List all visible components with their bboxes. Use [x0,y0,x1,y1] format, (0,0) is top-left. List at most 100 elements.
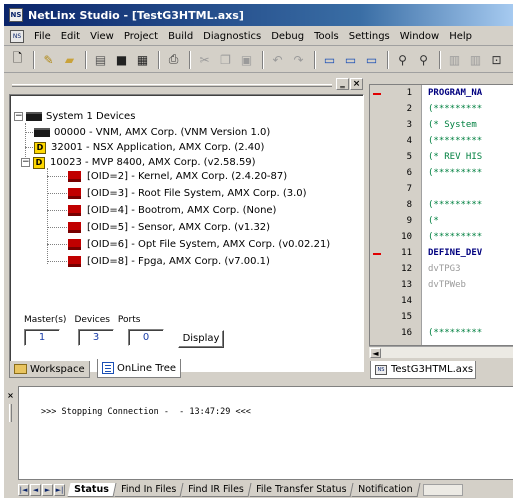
menu-build[interactable]: Build [163,31,198,42]
toolbar-separator [85,50,87,69]
pane-grip[interactable] [9,404,12,422]
build-icon[interactable]: ▭ [362,50,381,69]
tab-status[interactable]: Status [67,482,117,497]
menu-project[interactable]: Project [119,31,163,42]
layout-icon[interactable]: ▭ [320,50,339,69]
minimize-pane-icon[interactable]: ‗ [336,78,349,90]
code-line[interactable]: 3 (* System [370,120,513,132]
fold-marker-icon[interactable] [373,93,381,95]
tree-item-oid-8[interactable]: [OID=8] - Fpga, AMX Corp. (v7.00.1) [68,254,270,269]
code-line[interactable]: 1 PROGRAM_NA [370,88,513,100]
transfer-icon[interactable]: ⊡ [487,50,506,69]
tab-find-ir-files[interactable]: Find IR Files [181,482,252,497]
code-line[interactable]: 16 (********* [370,328,513,340]
open-icon[interactable]: ✎ [39,50,58,69]
tab-file-testg3html[interactable]: NS TestG3HTML.axs [370,361,476,379]
code-line[interactable]: 6 (********* [370,168,513,180]
output-horizontal-scrollbar[interactable] [422,483,463,496]
code-text: (* [428,216,439,226]
undo-icon[interactable]: ↶ [268,50,287,69]
display-button[interactable]: Display [178,330,224,348]
code-line[interactable]: 15 [370,312,513,324]
chip-icon [68,205,81,216]
code-line[interactable]: 11 DEFINE_DEV [370,248,513,260]
menu-edit[interactable]: Edit [56,31,85,42]
tab-online-tree[interactable]: OnLine Tree [97,359,182,378]
last-tab-icon[interactable]: ►| [54,483,65,496]
code-line[interactable]: 10 (********* [370,232,513,244]
tree-item-oid-5[interactable]: [OID=5] - Sensor, AMX Corp. (v1.32) [68,220,270,235]
first-tab-icon[interactable]: |◄ [18,483,29,496]
editor-horizontal-scrollbar[interactable]: ◄ [369,346,513,358]
menu-file[interactable]: File [29,31,56,42]
tree-connector [47,193,67,194]
line-number: 16 [401,328,412,338]
code-line[interactable]: 9 (* [370,216,513,228]
scroll-left-icon[interactable]: ◄ [370,348,381,358]
save-all-icon[interactable]: ■ [112,50,131,69]
tab-find-in-files[interactable]: Find In Files [114,482,184,497]
menu-help[interactable]: Help [444,31,477,42]
save-all-2-icon[interactable]: ▦ [133,50,152,69]
document-icon[interactable]: NS [10,29,24,43]
code-line[interactable]: 14 [370,296,513,308]
find-next-icon[interactable]: ⚲ [414,50,433,69]
code-line[interactable]: 8 (********* [370,200,513,212]
menu-window[interactable]: Window [395,31,444,42]
tree-item-oid-2[interactable]: [OID=2] - Kernel, AMX Corp. (2.4.20-87) [68,169,287,184]
tree-item-label: System 1 Devices [46,111,136,122]
compile-icon[interactable]: ▭ [341,50,360,69]
code-line[interactable]: 13 dvTPWeb [370,280,513,292]
send-icon[interactable]: ▥ [445,50,464,69]
receive-icon[interactable]: ▥ [466,50,485,69]
tab-label: Notification [358,483,413,495]
code-line[interactable]: 7 [370,184,513,196]
menu-view[interactable]: View [85,31,119,42]
new-file-icon[interactable]: 🗋 [8,50,27,69]
tree-item-oid-6[interactable]: [OID=6] - Opt File System, AMX Corp. (v0… [68,237,330,252]
save-icon[interactable]: ▤ [91,50,110,69]
close-output-icon[interactable]: × [6,392,15,401]
close-pane-icon[interactable]: × [350,78,363,90]
menu-settings[interactable]: Settings [344,31,395,42]
menu-diagnostics[interactable]: Diagnostics [198,31,266,42]
menu-tools[interactable]: Tools [309,31,344,42]
tab-notification[interactable]: Notification [351,482,421,497]
open-folder-icon[interactable]: ▰ [60,50,79,69]
tree-item-label: [OID=8] - Fpga, AMX Corp. (v7.00.1) [87,256,270,267]
code-line[interactable]: 4 (********* [370,136,513,148]
tab-workspace[interactable]: Workspace [9,361,90,378]
pane-grip[interactable] [12,84,332,87]
paste-icon[interactable]: ▣ [237,50,256,69]
code-text: dvTPG3 [428,264,461,274]
collapse-icon[interactable]: − [21,158,30,167]
find-icon[interactable]: ⚲ [393,50,412,69]
status-output[interactable]: >>> Stopping Connection - - 13:47:29 <<< [18,386,513,480]
copy-icon[interactable]: ❐ [216,50,235,69]
toolbar-separator [158,50,160,69]
code-line[interactable]: 5 (* REV HIS [370,152,513,164]
cut-icon[interactable]: ✂ [195,50,214,69]
code-line[interactable]: 2 (********* [370,104,513,116]
redo-icon[interactable]: ↷ [289,50,308,69]
tree-item-oid-3[interactable]: [OID=3] - Root File System, AMX Corp. (3… [68,186,307,201]
title-bar[interactable]: NS NetLinx Studio - [TestG3HTML.axs] [4,4,513,26]
prev-tab-icon[interactable]: ◄ [30,483,41,496]
tree-item-device-32001[interactable]: D 32001 - NSX Application, AMX Corp. (2.… [34,140,264,155]
tree-root-system-1[interactable]: − System 1 Devices [14,109,135,124]
menu-debug[interactable]: Debug [266,31,309,42]
fold-marker-icon[interactable] [373,253,381,255]
tab-file-transfer-status[interactable]: File Transfer Status [249,482,354,497]
tab-label: Status [74,483,109,495]
code-text: (********* [428,328,483,338]
code-line[interactable]: 12 dvTPG3 [370,264,513,276]
print-icon[interactable]: ⎙ [164,50,183,69]
tree-item-device-10023[interactable]: − D 10023 - MVP 8400, AMX Corp. (v2.58.5… [21,155,256,170]
tree-item-device-00000[interactable]: 00000 - VNM, AMX Corp. (VNM Version 1.0) [34,125,270,140]
next-tab-icon[interactable]: ► [42,483,53,496]
chip-icon [68,222,81,233]
chip-icon [68,188,81,199]
code-editor[interactable]: 1 PROGRAM_NA 2 (********* 3 (* System 4 (******… [369,84,513,346]
tree-item-oid-4[interactable]: [OID=4] - Bootrom, AMX Corp. (None) [68,203,276,218]
collapse-icon[interactable]: − [14,112,23,121]
